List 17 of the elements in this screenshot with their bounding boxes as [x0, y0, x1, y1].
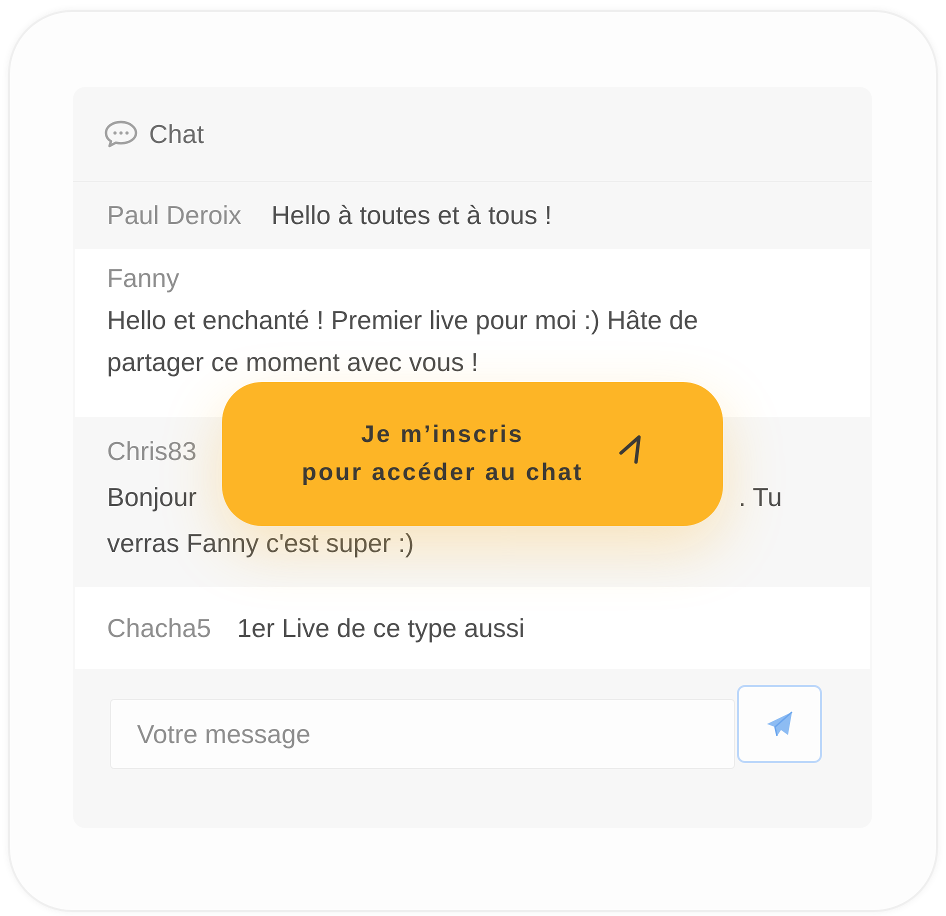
message-text: Hello et enchanté ! Premier live pour moi :) Hâte de [107, 305, 698, 335]
message-text: . Tu [738, 481, 782, 514]
message-text: Bonjour [107, 481, 197, 514]
signup-button[interactable]: Je m’inscris pour accéder au chat [222, 382, 723, 526]
author-name: Paul Deroix [107, 200, 242, 231]
chat-bubble-icon [103, 119, 139, 149]
message-text: partager ce moment avec vous ! [107, 347, 478, 377]
message-text: 1er Live de ce type aussi [237, 612, 525, 642]
chat-title: Chat [149, 118, 204, 150]
paper-plane-icon [766, 711, 794, 737]
message-text: verras Fanny c'est super :) [107, 528, 414, 558]
author-name: Chris83 [107, 435, 197, 468]
author-name: Fanny [107, 262, 180, 295]
send-button[interactable] [737, 685, 822, 763]
message-text: Hello à toutes et à tous ! [271, 200, 552, 230]
author-name: Chacha5 [107, 612, 212, 644]
message-input[interactable]: Votre message [110, 699, 735, 769]
